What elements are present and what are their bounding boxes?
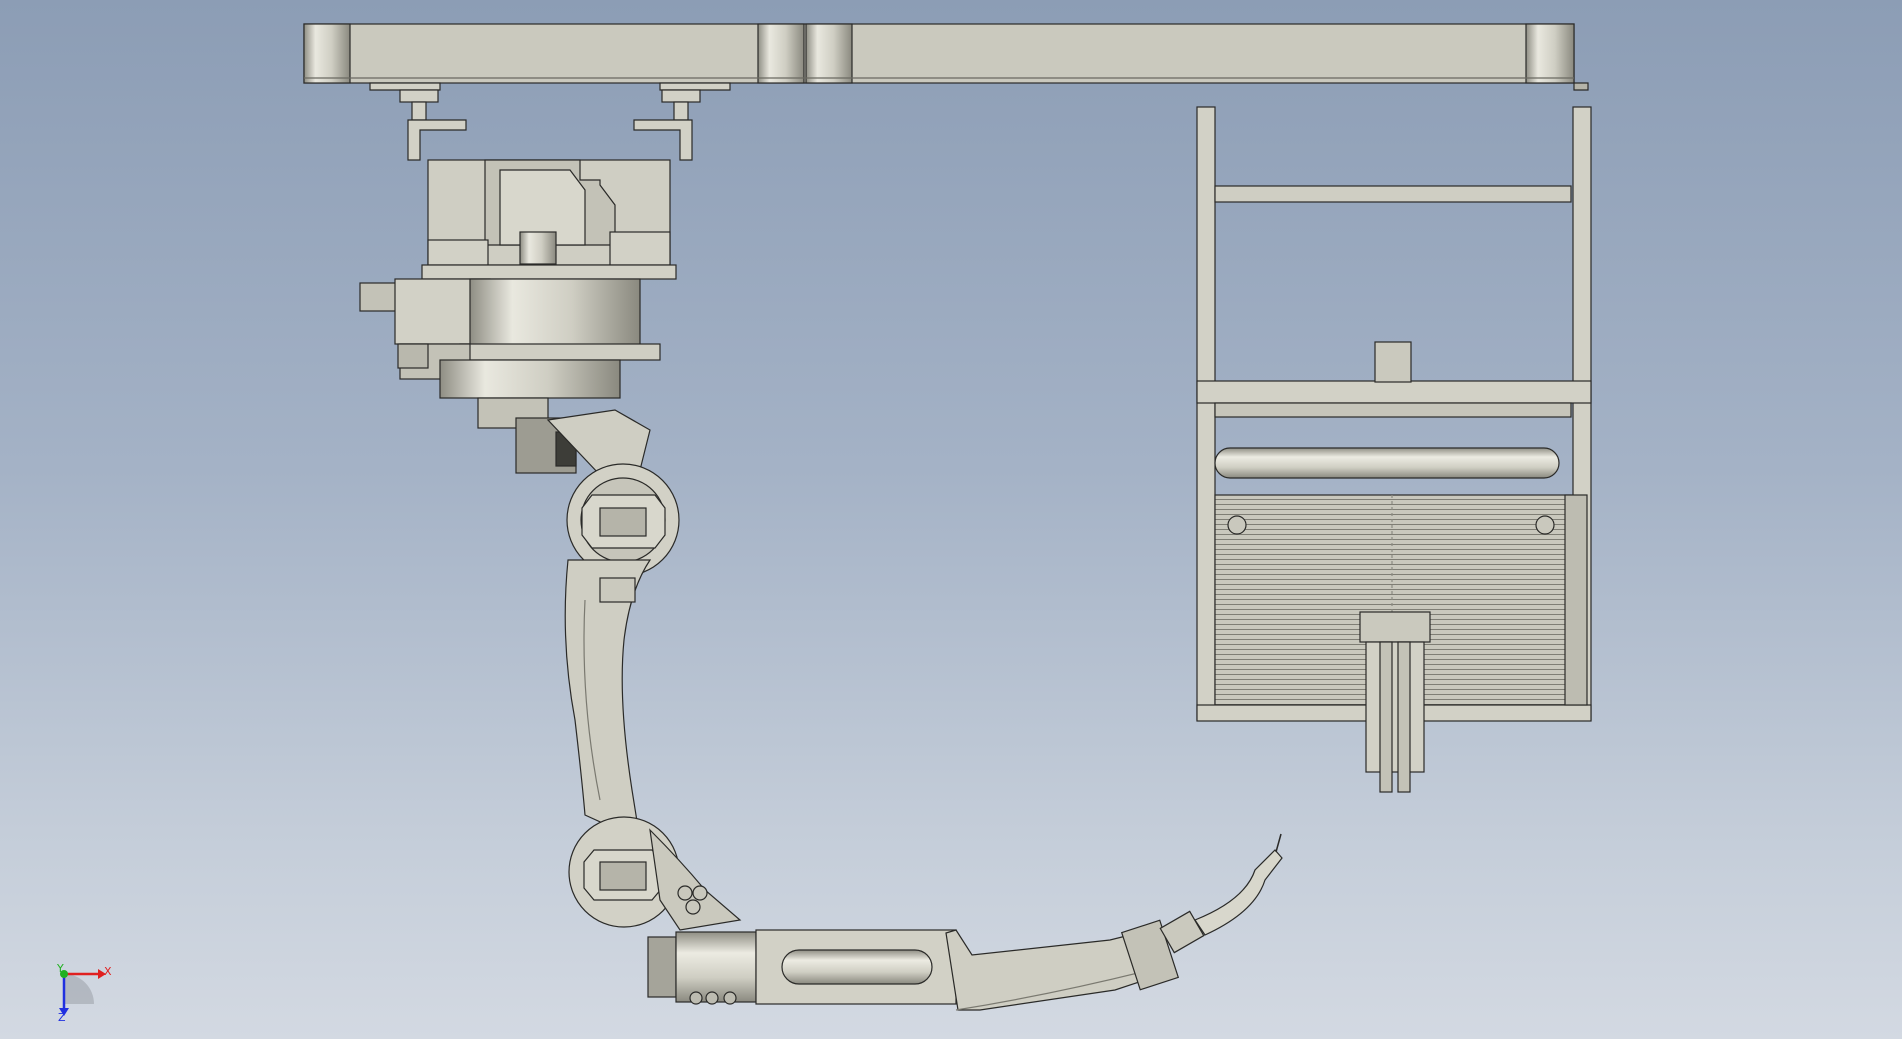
x-axis-label: X xyxy=(104,965,112,978)
welding-torch[interactable] xyxy=(1159,833,1283,954)
z-axis-label: Z xyxy=(58,1011,66,1024)
coordinate-triad: X Y Z xyxy=(56,962,112,1024)
robot-base-mount[interactable] xyxy=(369,82,731,280)
cad-model-drawing[interactable]: X Y Z xyxy=(0,0,1902,1039)
robot-turntable[interactable] xyxy=(359,278,661,476)
overhead-gantry-beam[interactable] xyxy=(303,23,1589,91)
wire-feeder-frame[interactable] xyxy=(1196,106,1592,793)
robot-forearm[interactable] xyxy=(647,919,1180,1011)
robot-upper-arm[interactable] xyxy=(564,463,742,931)
cad-graphics-viewport[interactable]: X Y Z xyxy=(0,0,1902,1039)
triad-plane-indicator xyxy=(64,974,94,1004)
y-axis-label: Y xyxy=(56,962,64,975)
